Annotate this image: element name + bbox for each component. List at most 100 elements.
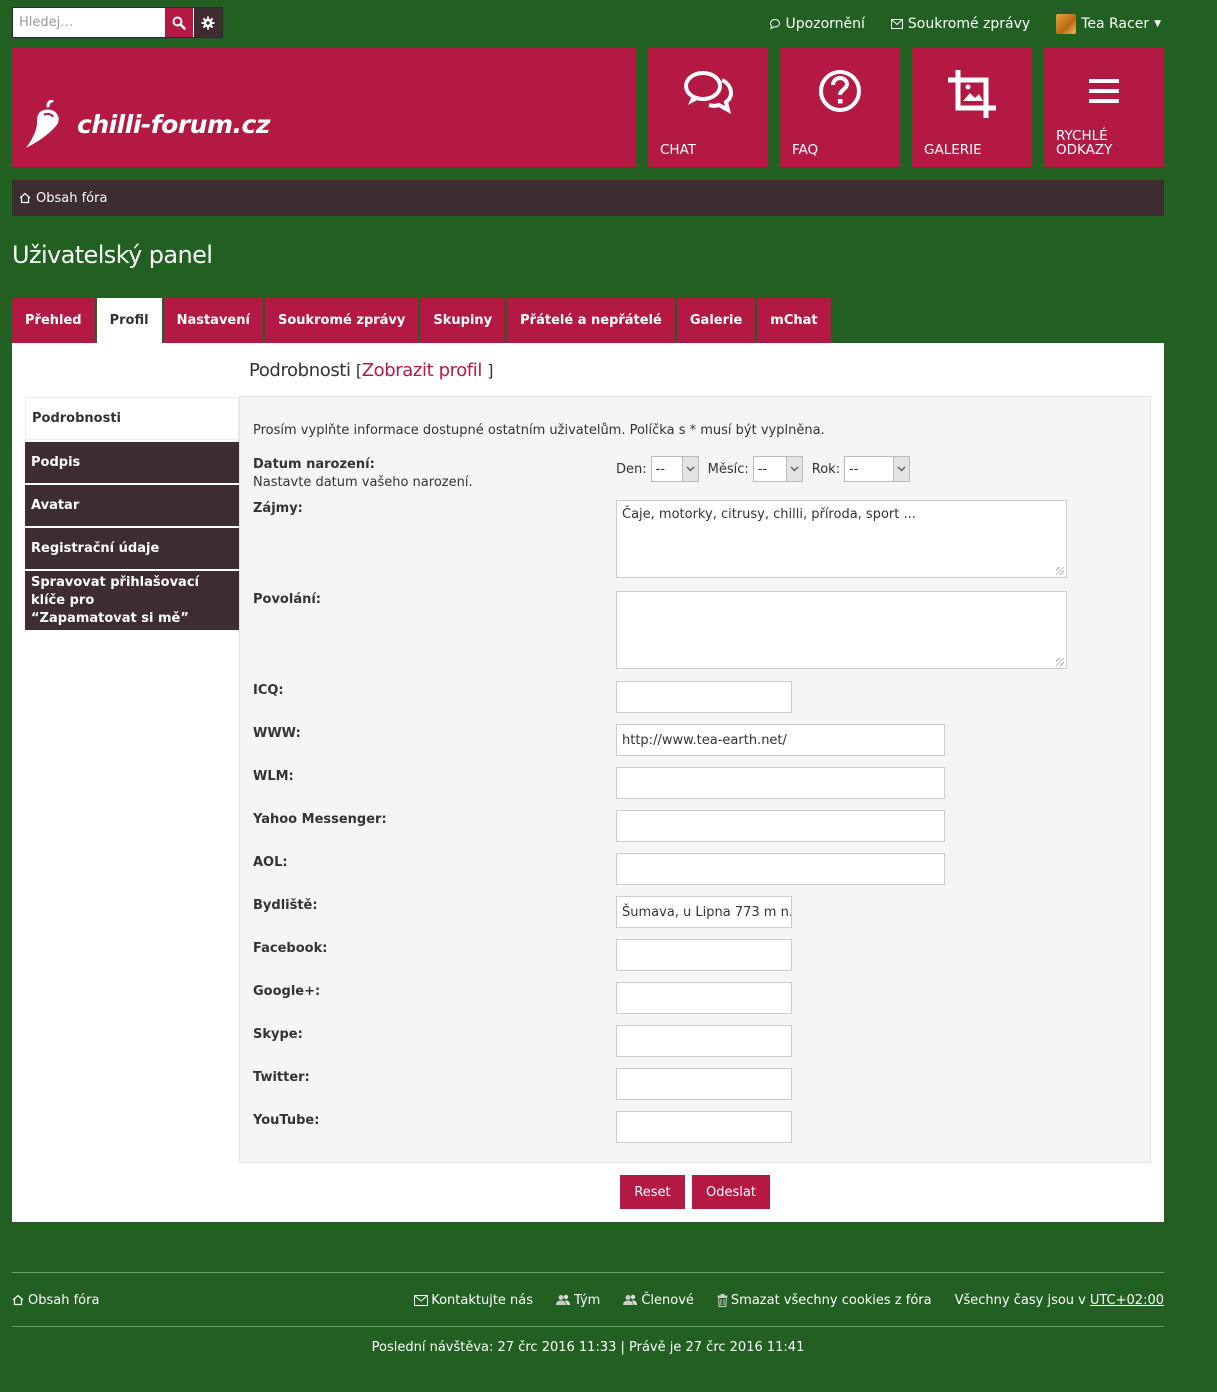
reset-button[interactable]: Reset	[620, 1175, 685, 1209]
interests-label: Zájmy:	[253, 501, 303, 516]
question-circle-icon	[819, 70, 861, 112]
interests-textarea[interactable]: Čaje, motorky, citrusy, chilli, příroda,…	[616, 500, 1067, 578]
footer-divider-2	[12, 1326, 1164, 1327]
side-menu: Podrobnosti Podpis Avatar Registrační úd…	[25, 397, 239, 632]
location-label: Bydliště:	[253, 898, 318, 913]
caret-down-icon: ▼	[1154, 19, 1161, 29]
advanced-search-button[interactable]	[193, 8, 222, 37]
side-item-login-keys-line1: Spravovat přihlašovací klíče pro	[31, 574, 199, 608]
tab-groups[interactable]: Skupiny	[420, 298, 506, 343]
www-input[interactable]: http://www.tea-earth.net/	[616, 724, 945, 756]
skype-input[interactable]	[616, 1025, 792, 1057]
ucp-tabs: Přehled Profil Nastavení Soukromé zprávy…	[12, 298, 831, 343]
interests-value: Čaje, motorky, citrusy, chilli, příroda,…	[622, 507, 916, 522]
tile-quick-links-label-line1: RYCHLÉ	[1056, 128, 1108, 144]
envelope-icon	[890, 19, 903, 29]
footer-delete-cookies-link[interactable]: Smazat všechny cookies z fóra	[717, 1293, 932, 1308]
dob-label: Datum narození:	[253, 457, 375, 472]
dob-day-label: Den:	[616, 461, 647, 477]
tab-profile[interactable]: Profil	[96, 298, 162, 343]
side-item-login-keys-line2: “Zapamatovat si mě”	[31, 610, 189, 626]
tab-mchat[interactable]: mChat	[757, 298, 831, 343]
googleplus-label: Google+:	[253, 984, 321, 999]
notifications-link[interactable]: Upozornění	[769, 16, 865, 32]
tab-gallery[interactable]: Galerie	[676, 298, 756, 343]
facebook-input[interactable]	[616, 939, 792, 971]
footer-timezone: Všechny časy jsou v UTC+02:00	[955, 1293, 1164, 1308]
tile-faq[interactable]: FAQ	[780, 48, 900, 167]
footer-members-link[interactable]: Členové	[623, 1293, 694, 1308]
tab-overview[interactable]: Přehled	[12, 298, 95, 343]
private-messages-link[interactable]: Soukromé zprávy	[890, 16, 1031, 32]
profile-form: Prosím vyplňte informace dostupné ostatn…	[239, 396, 1151, 1163]
googleplus-input[interactable]	[616, 982, 792, 1014]
dob-day-select[interactable]: --	[650, 456, 699, 482]
twitter-input[interactable]	[616, 1068, 792, 1100]
youtube-label: YouTube:	[253, 1113, 320, 1128]
footer-delete-cookies-label: Smazat všechny cookies z fóra	[730, 1292, 932, 1308]
dob-year-select[interactable]: --	[844, 456, 911, 482]
search-icon	[172, 16, 186, 30]
footer-home-link: Obsah fóra	[28, 1292, 100, 1308]
youtube-input[interactable]	[616, 1111, 792, 1143]
search-box	[12, 7, 223, 38]
footer-timezone-value: UTC+02:00	[1089, 1292, 1164, 1308]
dob-day-value: --	[655, 461, 666, 477]
wlm-label: WLM:	[253, 769, 294, 784]
footer-contact-label: Kontaktujte nás	[431, 1292, 534, 1308]
dob-selectors: Den: -- Měsíc: -- Rok: --	[616, 456, 919, 482]
tab-settings[interactable]: Nastavení	[163, 298, 263, 343]
side-item-login-keys[interactable]: Spravovat přihlašovací klíče pro “Zapama…	[25, 571, 239, 630]
submit-button[interactable]: Odeslat	[692, 1175, 770, 1209]
footer-team-link[interactable]: Tým	[556, 1293, 600, 1308]
site-logo[interactable]: chilli-forum.cz	[12, 48, 636, 167]
aol-input[interactable]	[616, 853, 945, 885]
side-item-details[interactable]: Podrobnosti	[25, 397, 239, 440]
home-icon	[12, 1294, 24, 1306]
tab-friends-foes[interactable]: Přátelé a nepřátelé	[507, 298, 675, 343]
occupation-textarea[interactable]	[616, 591, 1067, 669]
hamburger-menu-icon	[1089, 79, 1119, 103]
footer-contact-link[interactable]: Kontaktujte nás	[414, 1293, 533, 1308]
side-item-signature[interactable]: Podpis	[25, 442, 239, 483]
breadcrumb-home-link[interactable]: Obsah fóra	[36, 191, 107, 206]
user-menu[interactable]: Tea Racer ▼	[1056, 14, 1161, 34]
panel-heading-bracket-close: ]	[487, 361, 494, 380]
page-title: Uživatelský panel	[12, 241, 213, 269]
tile-faq-label: FAQ	[792, 142, 819, 158]
side-item-avatar[interactable]: Avatar	[25, 485, 239, 526]
tile-gallery[interactable]: GALERIE	[912, 48, 1032, 167]
tile-chat-label: CHAT	[660, 142, 697, 158]
wlm-input[interactable]	[616, 767, 945, 799]
tab-private-messages[interactable]: Soukromé zprávy	[264, 298, 419, 343]
chat-bubbles-icon	[684, 71, 734, 114]
last-visit-info: Poslední návštěva: 27 črc 2016 11:33 | P…	[371, 1340, 805, 1355]
view-profile-link[interactable]: Zobrazit profil	[362, 360, 483, 381]
resize-handle[interactable]	[1056, 658, 1064, 666]
chilli-pepper-icon	[26, 100, 59, 148]
footer-divider	[12, 1272, 1164, 1273]
notifications-label: Upozornění	[785, 16, 865, 32]
panel-heading-text: Podrobnosti	[249, 360, 351, 381]
dob-year-label: Rok:	[811, 461, 841, 477]
side-item-registration[interactable]: Registrační údaje	[25, 528, 239, 569]
tile-gallery-label: GALERIE	[924, 142, 982, 158]
search-button[interactable]	[164, 8, 193, 37]
dob-month-select[interactable]: --	[752, 456, 803, 482]
search-input[interactable]	[13, 8, 164, 37]
resize-handle[interactable]	[1056, 567, 1064, 575]
tile-chat[interactable]: CHAT	[648, 48, 768, 167]
yahoo-input[interactable]	[616, 810, 945, 842]
icq-input[interactable]	[616, 681, 792, 713]
location-input[interactable]: Šumava, u Lipna 773 m n. n	[616, 896, 792, 928]
icq-label: ICQ:	[253, 683, 284, 698]
home-icon	[19, 192, 31, 204]
private-messages-label: Soukromé zprávy	[907, 16, 1031, 32]
tile-quick-links[interactable]: RYCHLÉ ODKAZY	[1044, 48, 1164, 167]
speech-bubble-icon	[769, 18, 780, 30]
twitter-label: Twitter:	[253, 1070, 310, 1085]
facebook-label: Facebook:	[253, 941, 328, 956]
yahoo-label: Yahoo Messenger:	[253, 812, 387, 827]
aol-label: AOL:	[253, 855, 288, 870]
footer-home[interactable]: Obsah fóra	[12, 1293, 99, 1308]
